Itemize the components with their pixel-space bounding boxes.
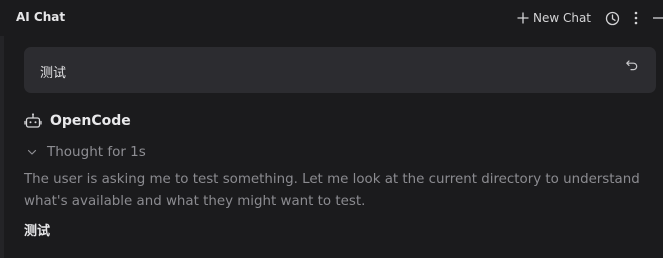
ai-chat-panel: AI Chat New Chat 测试 OpenCode Thought for…: [0, 0, 663, 258]
agent-answer-text: 测试: [24, 224, 51, 239]
thought-content: The user is asking me to test something.…: [24, 172, 640, 209]
minimize-button[interactable]: [653, 7, 663, 29]
header-actions: New Chat: [516, 7, 663, 29]
panel-title: AI Chat: [16, 10, 66, 24]
history-button[interactable]: [603, 7, 621, 29]
minimize-icon: [653, 17, 663, 19]
agent-header: OpenCode: [24, 111, 131, 131]
chat-header: AI Chat New Chat: [0, 0, 663, 36]
thought-label: Thought for 1s: [47, 144, 146, 160]
user-message-bubble: 测试: [24, 47, 656, 93]
panel-left-edge: [0, 36, 4, 258]
thought-toggle[interactable]: Thought for 1s: [26, 143, 146, 161]
chevron-down-icon: [27, 149, 37, 155]
new-chat-button[interactable]: New Chat: [516, 7, 591, 29]
more-vertical-icon: [634, 11, 638, 25]
user-message-text: 测试: [40, 66, 67, 81]
revert-message-button[interactable]: [624, 57, 640, 73]
history-clock-icon: [605, 11, 619, 25]
plus-icon: [517, 12, 529, 24]
agent-name: OpenCode: [50, 113, 131, 129]
undo-icon: [626, 60, 638, 71]
more-options-button[interactable]: [627, 7, 645, 29]
new-chat-label: New Chat: [532, 11, 591, 25]
robot-icon: [24, 113, 42, 128]
